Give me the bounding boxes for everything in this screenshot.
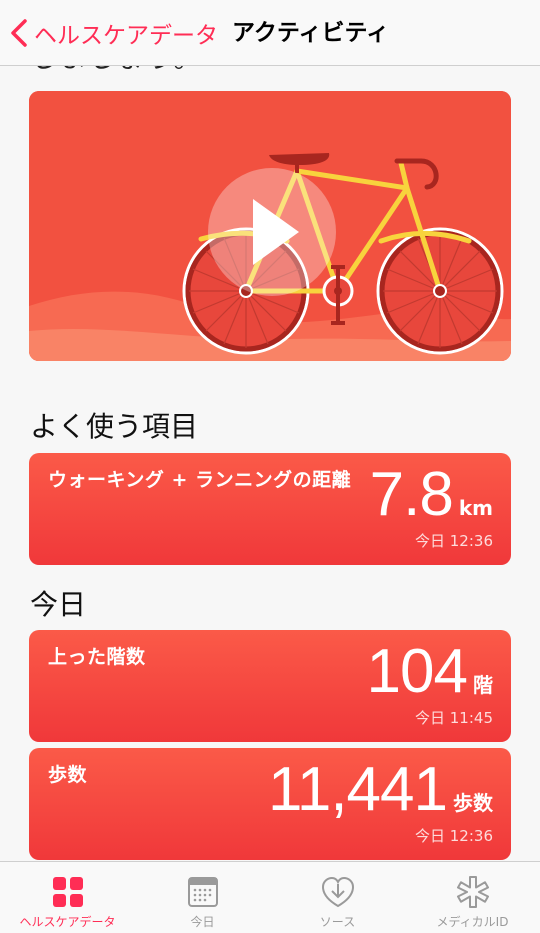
flights-card-title: 上った階数 — [48, 646, 146, 668]
sources-icon — [321, 875, 355, 909]
medical-id-icon — [456, 875, 490, 909]
back-button-label: ヘルスケアデータ — [34, 23, 218, 49]
chevron-left-icon — [11, 19, 27, 47]
flights-value-group: 104 階 — [367, 636, 493, 707]
flights-timestamp: 今日 11:45 — [415, 709, 493, 727]
play-icon[interactable] — [208, 168, 336, 296]
tab-sources-label: ソース — [319, 915, 356, 929]
distance-card-title: ウォーキング + ランニングの距離 — [48, 469, 352, 491]
distance-value-group: 7.8 km — [370, 459, 493, 530]
steps-value: 11,441 — [267, 755, 448, 824]
distance-timestamp: 今日 12:36 — [415, 532, 493, 550]
tab-medical-id[interactable]: メディカルID — [405, 862, 540, 933]
tab-health-data[interactable]: ヘルスケアデータ — [0, 862, 135, 933]
steps-unit: 歩数 — [453, 791, 493, 815]
tab-health-data-label: ヘルスケアデータ — [19, 915, 116, 929]
back-button[interactable]: ヘルスケアデータ — [10, 16, 218, 50]
tab-bar: ヘルスケアデータ 今日 ソース メディカルID — [0, 861, 540, 933]
steps-card[interactable]: 歩数 11,441 歩数 今日 12:36 — [29, 748, 511, 860]
steps-value-group: 11,441 歩数 — [268, 754, 493, 825]
tab-today[interactable]: 今日 — [135, 862, 270, 933]
distance-unit: km — [458, 496, 493, 520]
tab-today-label: 今日 — [190, 915, 215, 929]
distance-value: 7.8 — [369, 460, 454, 529]
section-header-today: 今日 — [30, 588, 87, 621]
health-data-icon — [51, 875, 85, 909]
navigation-bar: ヘルスケアデータ アクティビティ — [0, 0, 540, 66]
page-title: アクティビティ — [232, 20, 390, 46]
distance-card[interactable]: ウォーキング + ランニングの距離 7.8 km 今日 12:36 — [29, 453, 511, 565]
flights-value: 104 — [366, 637, 468, 706]
calendar-icon — [186, 875, 220, 909]
flights-unit: 階 — [473, 673, 493, 697]
bicycle-illustration — [29, 91, 511, 361]
tab-sources[interactable]: ソース — [270, 862, 405, 933]
activity-video-card[interactable] — [29, 91, 511, 361]
section-header-favorites: よく使う項目 — [30, 410, 199, 443]
flights-climbed-card[interactable]: 上った階数 104 階 今日 11:45 — [29, 630, 511, 742]
tab-medical-id-label: メディカルID — [436, 915, 509, 929]
steps-timestamp: 今日 12:36 — [415, 827, 493, 845]
